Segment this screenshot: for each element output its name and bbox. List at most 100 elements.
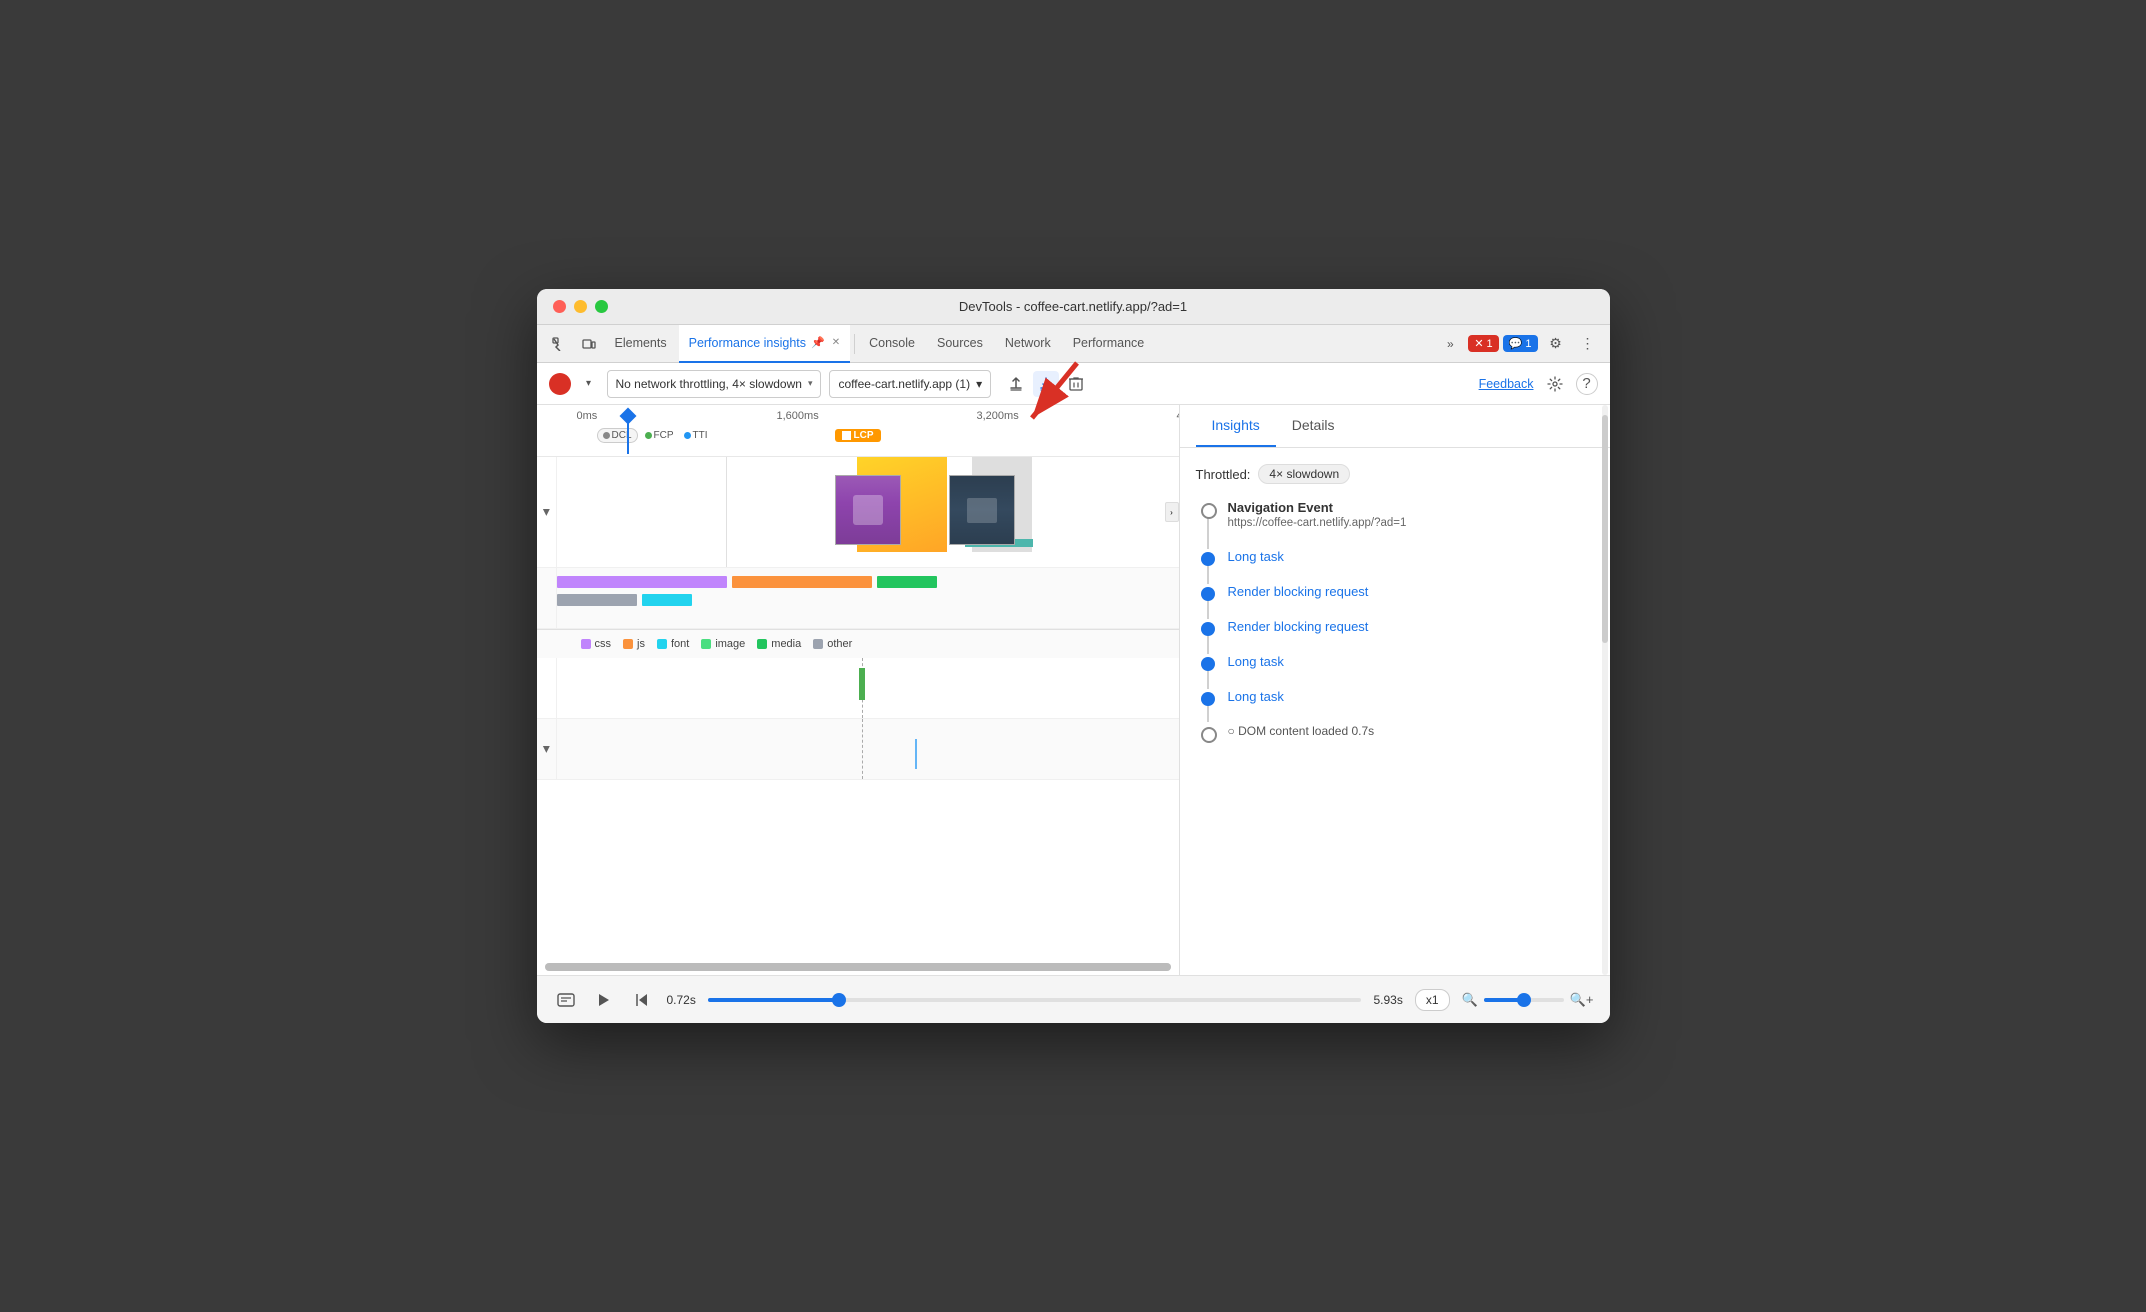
panel-content[interactable]: Throttled: 4× slowdown Navigation Event … — [1180, 448, 1610, 975]
lcp-label: LCP — [854, 430, 874, 441]
record-dropdown-icon[interactable]: ▾ — [579, 374, 599, 394]
message-badge[interactable]: 💬 1 — [1503, 335, 1538, 352]
tasks-row — [537, 658, 1179, 719]
row-label-4[interactable]: ▶ — [537, 719, 557, 779]
zoom-slider[interactable] — [1484, 998, 1564, 1002]
url-dropdown[interactable]: coffee-cart.netlify.app (1) ▾ — [829, 370, 991, 398]
tab-sources[interactable]: Sources — [927, 325, 993, 363]
toolbar-icons — [1003, 371, 1089, 397]
timeline-area: 0ms 1,600ms 3,200ms 4,800ms — [537, 405, 1180, 975]
error-badge[interactable]: ✕ 1 — [1468, 335, 1498, 352]
throttle-badge: 4× slowdown — [1258, 464, 1350, 484]
fcp-label: FCP — [654, 430, 674, 441]
time-slider-container[interactable] — [708, 998, 1362, 1002]
timeline-scrollbar[interactable] — [545, 963, 1171, 971]
js-bar-1 — [732, 576, 872, 588]
tab-performance-insights[interactable]: Performance insights 📌 ✕ — [679, 325, 851, 363]
traffic-lights — [553, 300, 608, 313]
dot-1 — [1201, 552, 1215, 566]
skip-to-start-button[interactable] — [629, 987, 655, 1013]
tab-insights[interactable]: Insights — [1196, 405, 1276, 447]
bottom-bar: 0.72s 5.93s x1 🔍 🔍+ — [537, 975, 1610, 1023]
delete-icon[interactable] — [1063, 371, 1089, 397]
settings-panel-icon[interactable] — [1542, 371, 1568, 397]
nav-dot — [1201, 503, 1217, 519]
play-button[interactable] — [591, 987, 617, 1013]
nav-event-title: Navigation Event — [1228, 500, 1407, 515]
maximize-button[interactable] — [595, 300, 608, 313]
long-task-2-item: Long task — [1196, 654, 1594, 689]
slider-thumb[interactable] — [832, 993, 846, 1007]
font-color — [657, 639, 667, 649]
legend-other: other — [813, 638, 852, 650]
font-bar-1 — [642, 594, 692, 606]
upload-icon[interactable] — [1003, 371, 1029, 397]
titlebar: DevTools - coffee-cart.netlify.app/?ad=1 — [537, 289, 1610, 325]
url-label: coffee-cart.netlify.app (1) — [838, 377, 970, 391]
inspect-icon[interactable] — [545, 330, 573, 358]
download-icon[interactable] — [1033, 371, 1059, 397]
tti-label: TTI — [693, 430, 708, 441]
close-button[interactable] — [553, 300, 566, 313]
render-blocking-1-link[interactable]: Render blocking request — [1228, 584, 1369, 599]
fcp-marker: FCP — [642, 429, 677, 442]
zoom-in-icon[interactable]: 🔍+ — [1570, 992, 1594, 1008]
screenshot-thumb-2[interactable] — [949, 475, 1015, 545]
chat-icon: 💬 — [1509, 337, 1523, 350]
long-task-3-link[interactable]: Long task — [1228, 689, 1284, 704]
more-tabs-icon[interactable]: » — [1436, 330, 1464, 358]
dcl-dot — [603, 432, 610, 439]
js-label: js — [637, 638, 645, 650]
tab-network[interactable]: Network — [995, 325, 1061, 363]
css-bar-1 — [557, 576, 727, 588]
throttle-dropdown[interactable]: No network throttling, 4× slowdown ▾ — [607, 370, 822, 398]
record-button[interactable] — [549, 373, 571, 395]
tab-elements[interactable]: Elements — [605, 325, 677, 363]
more-options-icon[interactable]: ⋮ — [1574, 330, 1602, 358]
device-icon[interactable] — [575, 330, 603, 358]
tab-details[interactable]: Details — [1276, 405, 1351, 447]
empty-area — [557, 457, 727, 567]
row-label-expand[interactable]: ▶ — [537, 457, 557, 567]
legend-css: css — [581, 638, 612, 650]
panel-scrollbar[interactable] — [1602, 405, 1608, 975]
dcl-marker: DCL — [597, 428, 638, 443]
time-slider[interactable] — [708, 998, 1362, 1002]
long-task-1-link[interactable]: Long task — [1228, 549, 1284, 564]
long-task-2-link[interactable]: Long task — [1228, 654, 1284, 669]
css-color — [581, 639, 591, 649]
legend-font: font — [657, 638, 689, 650]
expand-icon-2: ▶ — [540, 746, 551, 753]
image-label: image — [715, 638, 745, 650]
dom-content-item: ○ DOM content loaded 0.7s — [1196, 724, 1594, 746]
tab-close-icon[interactable]: ✕ — [832, 337, 840, 348]
tabs-right: » ✕ 1 💬 1 ⚙ ⋮ — [1436, 330, 1601, 358]
timeline-ruler: 0ms 1,600ms 3,200ms 4,800ms — [577, 410, 1171, 454]
timeline-header: 0ms 1,600ms 3,200ms 4,800ms — [537, 405, 1179, 457]
network-content-1 — [557, 568, 1179, 628]
speed-badge[interactable]: x1 — [1415, 989, 1450, 1011]
throttle-dropdown-icon: ▾ — [808, 378, 813, 389]
dot-5 — [1201, 692, 1215, 706]
zoom-thumb[interactable] — [1517, 993, 1531, 1007]
legend-js: js — [623, 638, 645, 650]
long-task-3-item: Long task — [1196, 689, 1594, 724]
fcp-dot — [645, 432, 652, 439]
light-blue-bar — [915, 739, 917, 769]
feedback-button[interactable]: Feedback — [1479, 377, 1534, 391]
other-label: other — [827, 638, 852, 650]
zoom-out-icon[interactable]: 🔍 — [1462, 992, 1478, 1008]
legend-media: media — [757, 638, 801, 650]
timeline-rows[interactable]: ▶ — [537, 457, 1179, 959]
screenshot-thumb-1[interactable] — [835, 475, 901, 545]
captions-toggle[interactable] — [553, 987, 579, 1013]
tab-console[interactable]: Console — [859, 325, 925, 363]
tti-marker: TTI — [681, 429, 711, 442]
tab-performance[interactable]: Performance — [1063, 325, 1155, 363]
row-expand-chevron[interactable]: › — [1165, 502, 1179, 522]
settings-icon[interactable]: ⚙ — [1542, 330, 1570, 358]
render-blocking-2-link[interactable]: Render blocking request — [1228, 619, 1369, 634]
minimize-button[interactable] — [574, 300, 587, 313]
help-icon[interactable]: ? — [1576, 373, 1598, 395]
dot-4 — [1201, 657, 1215, 671]
